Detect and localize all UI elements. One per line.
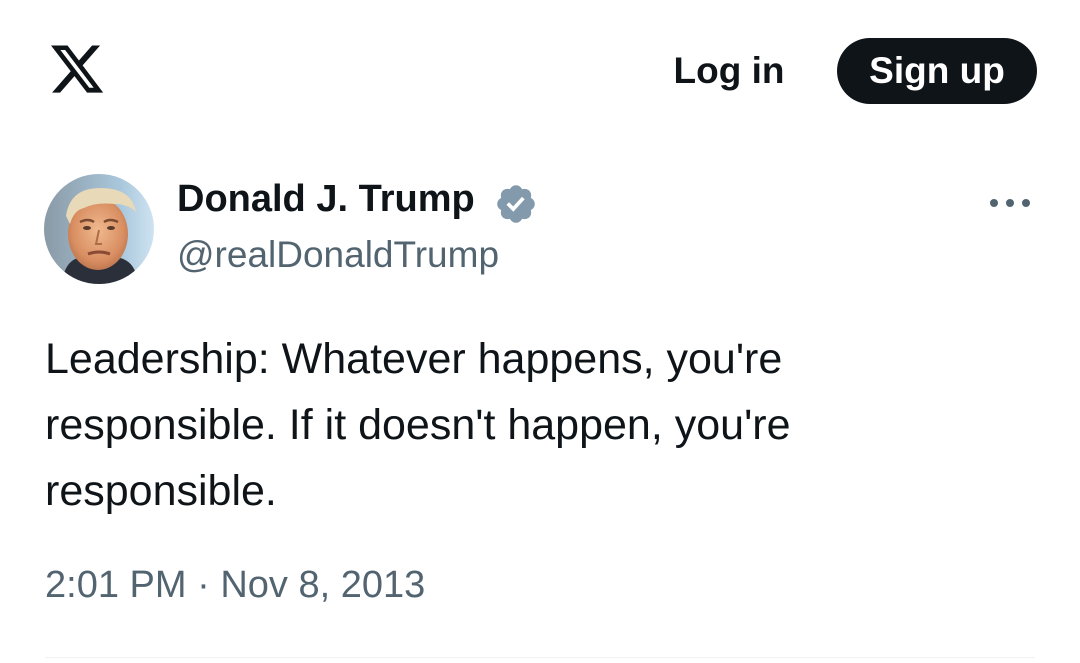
tweet-date[interactable]: Nov 8, 2013 xyxy=(220,564,425,606)
top-bar: Log in Sign up xyxy=(0,0,1080,140)
author-display-name[interactable]: Donald J. Trump xyxy=(177,178,475,221)
author-handle[interactable]: @realDonaldTrump xyxy=(177,234,499,276)
divider xyxy=(45,657,1035,658)
avatar[interactable] xyxy=(44,174,154,284)
login-button[interactable]: Log in xyxy=(658,42,800,100)
tweet-text-line: responsible. xyxy=(45,467,277,515)
tweet-text: Leadership: Whatever happens, you're res… xyxy=(45,326,1005,524)
timestamp-separator: · xyxy=(197,564,210,606)
tweet-time[interactable]: 2:01 PM xyxy=(45,564,187,606)
tweet-text-line: Leadership: Whatever happens, you're xyxy=(45,335,783,383)
tweet-timestamp: 2:01 PM · Nov 8, 2013 xyxy=(45,564,425,607)
tweet-text-line: responsible. If it doesn't happen, you'r… xyxy=(45,401,791,449)
x-logo-icon[interactable] xyxy=(48,40,106,98)
more-options-icon[interactable] xyxy=(985,186,1035,220)
verified-badge-icon xyxy=(494,182,538,226)
signup-button[interactable]: Sign up xyxy=(837,38,1037,104)
